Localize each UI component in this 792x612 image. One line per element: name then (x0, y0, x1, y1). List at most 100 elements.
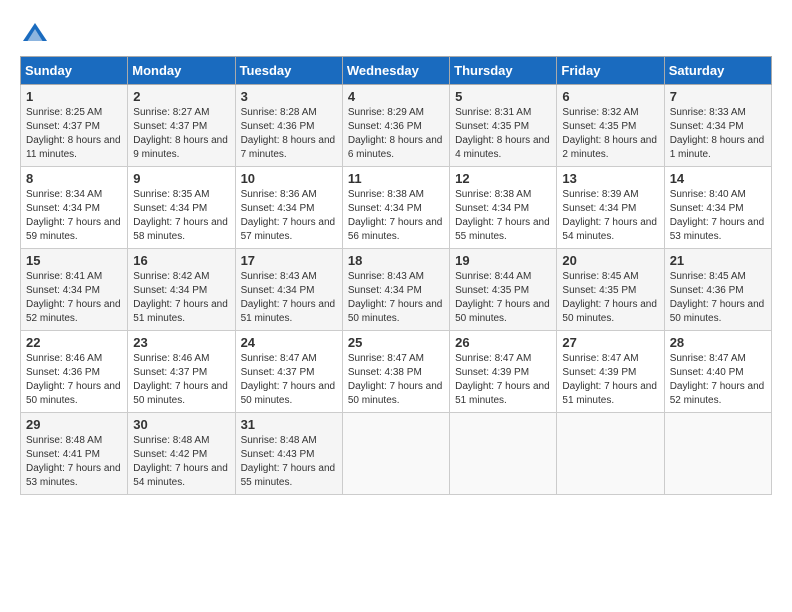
calendar-cell: 26 Sunrise: 8:47 AM Sunset: 4:39 PM Dayl… (450, 331, 557, 413)
calendar-cell: 5 Sunrise: 8:31 AM Sunset: 4:35 PM Dayli… (450, 85, 557, 167)
calendar-cell: 9 Sunrise: 8:35 AM Sunset: 4:34 PM Dayli… (128, 167, 235, 249)
day-number: 2 (133, 89, 229, 104)
calendar-cell: 27 Sunrise: 8:47 AM Sunset: 4:39 PM Dayl… (557, 331, 664, 413)
day-number: 30 (133, 417, 229, 432)
calendar-cell: 29 Sunrise: 8:48 AM Sunset: 4:41 PM Dayl… (21, 413, 128, 495)
day-info: Sunrise: 8:35 AM Sunset: 4:34 PM Dayligh… (133, 188, 229, 244)
day-number: 6 (562, 89, 658, 104)
day-number: 14 (670, 171, 766, 186)
day-number: 19 (455, 253, 551, 268)
calendar-cell: 25 Sunrise: 8:47 AM Sunset: 4:38 PM Dayl… (342, 331, 449, 413)
calendar-cell: 17 Sunrise: 8:43 AM Sunset: 4:34 PM Dayl… (235, 249, 342, 331)
day-info: Sunrise: 8:47 AM Sunset: 4:37 PM Dayligh… (241, 352, 337, 408)
day-number: 11 (348, 171, 444, 186)
day-info: Sunrise: 8:40 AM Sunset: 4:34 PM Dayligh… (670, 188, 766, 244)
day-header-tuesday: Tuesday (235, 57, 342, 85)
day-number: 12 (455, 171, 551, 186)
day-header-monday: Monday (128, 57, 235, 85)
day-info: Sunrise: 8:47 AM Sunset: 4:38 PM Dayligh… (348, 352, 444, 408)
calendar-cell: 23 Sunrise: 8:46 AM Sunset: 4:37 PM Dayl… (128, 331, 235, 413)
day-info: Sunrise: 8:43 AM Sunset: 4:34 PM Dayligh… (348, 270, 444, 326)
calendar-cell: 24 Sunrise: 8:47 AM Sunset: 4:37 PM Dayl… (235, 331, 342, 413)
day-number: 20 (562, 253, 658, 268)
day-number: 21 (670, 253, 766, 268)
day-info: Sunrise: 8:48 AM Sunset: 4:43 PM Dayligh… (241, 434, 337, 490)
day-info: Sunrise: 8:48 AM Sunset: 4:41 PM Dayligh… (26, 434, 122, 490)
calendar-cell: 31 Sunrise: 8:48 AM Sunset: 4:43 PM Dayl… (235, 413, 342, 495)
day-number: 8 (26, 171, 122, 186)
day-info: Sunrise: 8:29 AM Sunset: 4:36 PM Dayligh… (348, 106, 444, 162)
day-info: Sunrise: 8:45 AM Sunset: 4:36 PM Dayligh… (670, 270, 766, 326)
day-number: 3 (241, 89, 337, 104)
day-info: Sunrise: 8:33 AM Sunset: 4:34 PM Dayligh… (670, 106, 766, 162)
day-number: 10 (241, 171, 337, 186)
calendar-cell: 8 Sunrise: 8:34 AM Sunset: 4:34 PM Dayli… (21, 167, 128, 249)
calendar-week-5: 29 Sunrise: 8:48 AM Sunset: 4:41 PM Dayl… (21, 413, 772, 495)
day-info: Sunrise: 8:36 AM Sunset: 4:34 PM Dayligh… (241, 188, 337, 244)
day-number: 24 (241, 335, 337, 350)
calendar-week-2: 8 Sunrise: 8:34 AM Sunset: 4:34 PM Dayli… (21, 167, 772, 249)
day-info: Sunrise: 8:39 AM Sunset: 4:34 PM Dayligh… (562, 188, 658, 244)
day-info: Sunrise: 8:31 AM Sunset: 4:35 PM Dayligh… (455, 106, 551, 162)
day-info: Sunrise: 8:38 AM Sunset: 4:34 PM Dayligh… (455, 188, 551, 244)
calendar-week-3: 15 Sunrise: 8:41 AM Sunset: 4:34 PM Dayl… (21, 249, 772, 331)
calendar-cell: 18 Sunrise: 8:43 AM Sunset: 4:34 PM Dayl… (342, 249, 449, 331)
day-number: 7 (670, 89, 766, 104)
calendar-cell: 20 Sunrise: 8:45 AM Sunset: 4:35 PM Dayl… (557, 249, 664, 331)
day-info: Sunrise: 8:25 AM Sunset: 4:37 PM Dayligh… (26, 106, 122, 162)
logo (20, 20, 54, 50)
day-number: 29 (26, 417, 122, 432)
day-header-wednesday: Wednesday (342, 57, 449, 85)
day-info: Sunrise: 8:42 AM Sunset: 4:34 PM Dayligh… (133, 270, 229, 326)
day-number: 16 (133, 253, 229, 268)
calendar-cell: 16 Sunrise: 8:42 AM Sunset: 4:34 PM Dayl… (128, 249, 235, 331)
calendar-cell: 7 Sunrise: 8:33 AM Sunset: 4:34 PM Dayli… (664, 85, 771, 167)
day-info: Sunrise: 8:38 AM Sunset: 4:34 PM Dayligh… (348, 188, 444, 244)
day-info: Sunrise: 8:43 AM Sunset: 4:34 PM Dayligh… (241, 270, 337, 326)
calendar-cell: 3 Sunrise: 8:28 AM Sunset: 4:36 PM Dayli… (235, 85, 342, 167)
calendar-cell: 30 Sunrise: 8:48 AM Sunset: 4:42 PM Dayl… (128, 413, 235, 495)
day-info: Sunrise: 8:28 AM Sunset: 4:36 PM Dayligh… (241, 106, 337, 162)
calendar-cell: 19 Sunrise: 8:44 AM Sunset: 4:35 PM Dayl… (450, 249, 557, 331)
day-info: Sunrise: 8:32 AM Sunset: 4:35 PM Dayligh… (562, 106, 658, 162)
day-info: Sunrise: 8:46 AM Sunset: 4:36 PM Dayligh… (26, 352, 122, 408)
day-number: 26 (455, 335, 551, 350)
calendar-header-row: SundayMondayTuesdayWednesdayThursdayFrid… (21, 57, 772, 85)
day-info: Sunrise: 8:41 AM Sunset: 4:34 PM Dayligh… (26, 270, 122, 326)
day-number: 25 (348, 335, 444, 350)
calendar-cell: 12 Sunrise: 8:38 AM Sunset: 4:34 PM Dayl… (450, 167, 557, 249)
calendar-cell: 6 Sunrise: 8:32 AM Sunset: 4:35 PM Dayli… (557, 85, 664, 167)
day-header-thursday: Thursday (450, 57, 557, 85)
logo-icon (20, 20, 50, 50)
day-info: Sunrise: 8:45 AM Sunset: 4:35 PM Dayligh… (562, 270, 658, 326)
day-header-sunday: Sunday (21, 57, 128, 85)
calendar-cell: 15 Sunrise: 8:41 AM Sunset: 4:34 PM Dayl… (21, 249, 128, 331)
calendar-cell: 11 Sunrise: 8:38 AM Sunset: 4:34 PM Dayl… (342, 167, 449, 249)
calendar-cell: 14 Sunrise: 8:40 AM Sunset: 4:34 PM Dayl… (664, 167, 771, 249)
day-header-friday: Friday (557, 57, 664, 85)
calendar-cell: 22 Sunrise: 8:46 AM Sunset: 4:36 PM Dayl… (21, 331, 128, 413)
calendar-cell: 28 Sunrise: 8:47 AM Sunset: 4:40 PM Dayl… (664, 331, 771, 413)
calendar-cell: 21 Sunrise: 8:45 AM Sunset: 4:36 PM Dayl… (664, 249, 771, 331)
day-info: Sunrise: 8:44 AM Sunset: 4:35 PM Dayligh… (455, 270, 551, 326)
day-number: 18 (348, 253, 444, 268)
calendar-cell: 10 Sunrise: 8:36 AM Sunset: 4:34 PM Dayl… (235, 167, 342, 249)
calendar-cell: 13 Sunrise: 8:39 AM Sunset: 4:34 PM Dayl… (557, 167, 664, 249)
day-number: 31 (241, 417, 337, 432)
day-number: 1 (26, 89, 122, 104)
day-number: 22 (26, 335, 122, 350)
day-header-saturday: Saturday (664, 57, 771, 85)
day-number: 27 (562, 335, 658, 350)
page-header (20, 20, 772, 50)
calendar-cell (557, 413, 664, 495)
day-number: 23 (133, 335, 229, 350)
calendar-cell: 4 Sunrise: 8:29 AM Sunset: 4:36 PM Dayli… (342, 85, 449, 167)
calendar-cell (342, 413, 449, 495)
day-info: Sunrise: 8:47 AM Sunset: 4:39 PM Dayligh… (455, 352, 551, 408)
day-info: Sunrise: 8:27 AM Sunset: 4:37 PM Dayligh… (133, 106, 229, 162)
day-info: Sunrise: 8:48 AM Sunset: 4:42 PM Dayligh… (133, 434, 229, 490)
day-info: Sunrise: 8:47 AM Sunset: 4:39 PM Dayligh… (562, 352, 658, 408)
day-number: 4 (348, 89, 444, 104)
calendar-week-1: 1 Sunrise: 8:25 AM Sunset: 4:37 PM Dayli… (21, 85, 772, 167)
day-number: 13 (562, 171, 658, 186)
